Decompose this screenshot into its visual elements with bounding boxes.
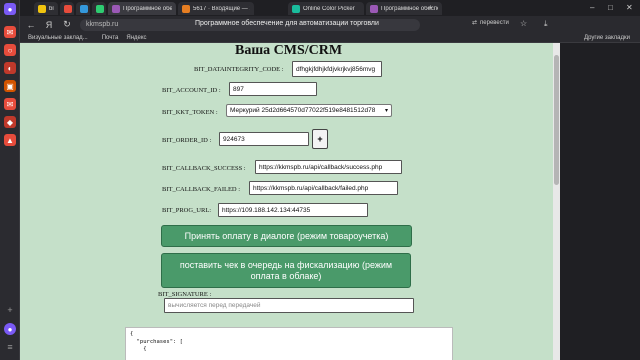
alice-icon[interactable]: ● bbox=[4, 323, 16, 335]
bookmarks-bar: Визуальные заклад... Почта Яндекс Другие… bbox=[20, 33, 640, 43]
favicon-icon bbox=[96, 4, 104, 13]
account-id-input[interactable]: 897 bbox=[229, 82, 317, 96]
reload-icon[interactable]: ↻ bbox=[60, 18, 74, 32]
accept-payment-dialog-button[interactable]: Принять оплату в диалоге (режим товароуч… bbox=[161, 225, 412, 247]
browser-sidebar: ● ✉ ○ ◐ ▣ ✉ ◆ ▲ + ● ≡ bbox=[0, 0, 20, 360]
maximize-icon[interactable]: □ bbox=[608, 3, 613, 12]
callback-success-input[interactable]: https://kkmspb.ru/api/callback/success.p… bbox=[255, 160, 402, 174]
url-host: kkmspb.ru bbox=[86, 21, 119, 28]
yandex-icon[interactable]: Я bbox=[42, 18, 56, 32]
profile-icon[interactable]: ● bbox=[4, 3, 16, 15]
browser-toolbar: ← Я ↻ kkmspb.ru Программное обеспечение … bbox=[20, 16, 640, 33]
callback-success-label: BIT_CALLBACK_SUCCESS : bbox=[162, 165, 246, 172]
translate-button[interactable]: ⇄ перевести bbox=[472, 19, 509, 27]
signature-input[interactable]: вычисляется перед передачей bbox=[164, 298, 414, 313]
callback-failed-label: BIT_CALLBACK_FAILED : bbox=[162, 186, 241, 193]
translate-icon: ⇄ bbox=[472, 20, 478, 26]
translate-label: перевести bbox=[480, 19, 509, 26]
scrollbar-thumb[interactable] bbox=[554, 55, 559, 185]
sidebar-app-icon[interactable]: ◆ bbox=[4, 116, 16, 128]
tab[interactable]: bitte bbox=[34, 2, 58, 15]
favicon-icon bbox=[292, 4, 300, 13]
sidebar-app-icon[interactable]: ▣ bbox=[4, 80, 16, 92]
order-id-input[interactable]: 924673 bbox=[219, 132, 309, 146]
signature-label: BIT_SIGNATURE : bbox=[158, 291, 212, 298]
add-icon[interactable]: + bbox=[4, 304, 16, 316]
bookmark-item[interactable]: Визуальные заклад... bbox=[28, 35, 88, 41]
page-scrollbar[interactable] bbox=[553, 43, 560, 360]
favicon-icon bbox=[38, 4, 46, 13]
page-content: Ваша CMS/CRM BIT_DATAINTEGRITY_CODE : df… bbox=[20, 43, 560, 360]
tab-label: 5617 · Входящие — Я bbox=[193, 5, 250, 12]
chevron-down-icon: ▾ bbox=[384, 108, 388, 114]
bookmark-item[interactable]: Почта bbox=[102, 35, 119, 41]
new-tab-icon[interactable]: + bbox=[428, 3, 433, 12]
prog-url-input[interactable]: https://109.188.142.134:44735 bbox=[218, 203, 368, 217]
callback-failed-input[interactable]: https://kkmspb.ru/api/callback/failed.ph… bbox=[249, 181, 398, 195]
tab-active[interactable]: Программное обеспе bbox=[108, 2, 176, 15]
favicon-icon bbox=[370, 4, 378, 13]
tab[interactable] bbox=[92, 2, 106, 15]
tab[interactable] bbox=[60, 2, 74, 15]
tab[interactable]: Online Color Picker bbox=[288, 2, 364, 15]
page-title: Программное обеспечение для автоматизаци… bbox=[195, 20, 379, 27]
sidebar-app-icon[interactable]: ✉ bbox=[4, 26, 16, 38]
order-id-label: BIT_ORDER_ID : bbox=[162, 137, 212, 144]
sidebar-app-icon[interactable]: ○ bbox=[4, 44, 16, 56]
tab-label: Online Color Picker bbox=[303, 5, 355, 12]
favicon-icon bbox=[80, 4, 88, 13]
back-icon[interactable]: ← bbox=[24, 18, 38, 32]
signature-placeholder: вычисляется перед передачей bbox=[168, 302, 261, 309]
sidebar-app-icon[interactable]: ◐ bbox=[4, 62, 16, 74]
favicon-icon bbox=[64, 4, 72, 13]
tab-strip: bitte Программное обеспе 5617 · Входящие… bbox=[20, 0, 640, 16]
json-preview: { "purchases": [ { bbox=[125, 327, 453, 360]
kkt-token-label: BIT_KKT_TOKEN : bbox=[162, 109, 218, 116]
menu-icon[interactable]: ≡ bbox=[4, 341, 16, 353]
other-bookmarks[interactable]: Другие закладки bbox=[584, 35, 630, 41]
download-icon[interactable]: ⤓ bbox=[544, 19, 548, 29]
window-background bbox=[560, 43, 640, 360]
bookmark-item[interactable]: Яндекс bbox=[126, 35, 146, 41]
form-title: Ваша CMS/CRM bbox=[235, 43, 343, 58]
prog-url-label: BIT_PROG_URL: bbox=[162, 207, 212, 214]
dataintegrity-input[interactable]: dfhgkjfdhjkfdjvkrjkvj856mvg bbox=[292, 61, 382, 77]
bookmark-icon[interactable]: ☆ bbox=[520, 19, 527, 28]
account-id-label: BIT_ACCOUNT_ID : bbox=[162, 87, 221, 94]
dataintegrity-label: BIT_DATAINTEGRITY_CODE : bbox=[194, 66, 284, 73]
tab-label: Программное обеспе bbox=[123, 5, 172, 12]
minimize-icon[interactable]: – bbox=[590, 3, 594, 12]
tab-label: bitte bbox=[49, 5, 54, 12]
kkt-token-select[interactable]: Меркурий 25d2d664570d77022f519e8481512d7… bbox=[226, 104, 392, 117]
tab[interactable] bbox=[76, 2, 90, 15]
sidebar-app-icon[interactable]: ✉ bbox=[4, 98, 16, 110]
sidebar-app-icon[interactable]: ▲ bbox=[4, 134, 16, 146]
add-order-button[interactable]: + bbox=[312, 129, 328, 149]
close-icon[interactable]: ✕ bbox=[626, 3, 633, 12]
favicon-icon bbox=[112, 4, 120, 13]
queue-fiscalization-button[interactable]: поставить чек в очередь на фискализацию … bbox=[161, 253, 411, 288]
kkt-token-value: Меркурий 25d2d664570d77022f519e8481512d7… bbox=[230, 107, 376, 114]
favicon-icon bbox=[182, 4, 190, 13]
tab[interactable]: 5617 · Входящие — Я bbox=[178, 2, 254, 15]
